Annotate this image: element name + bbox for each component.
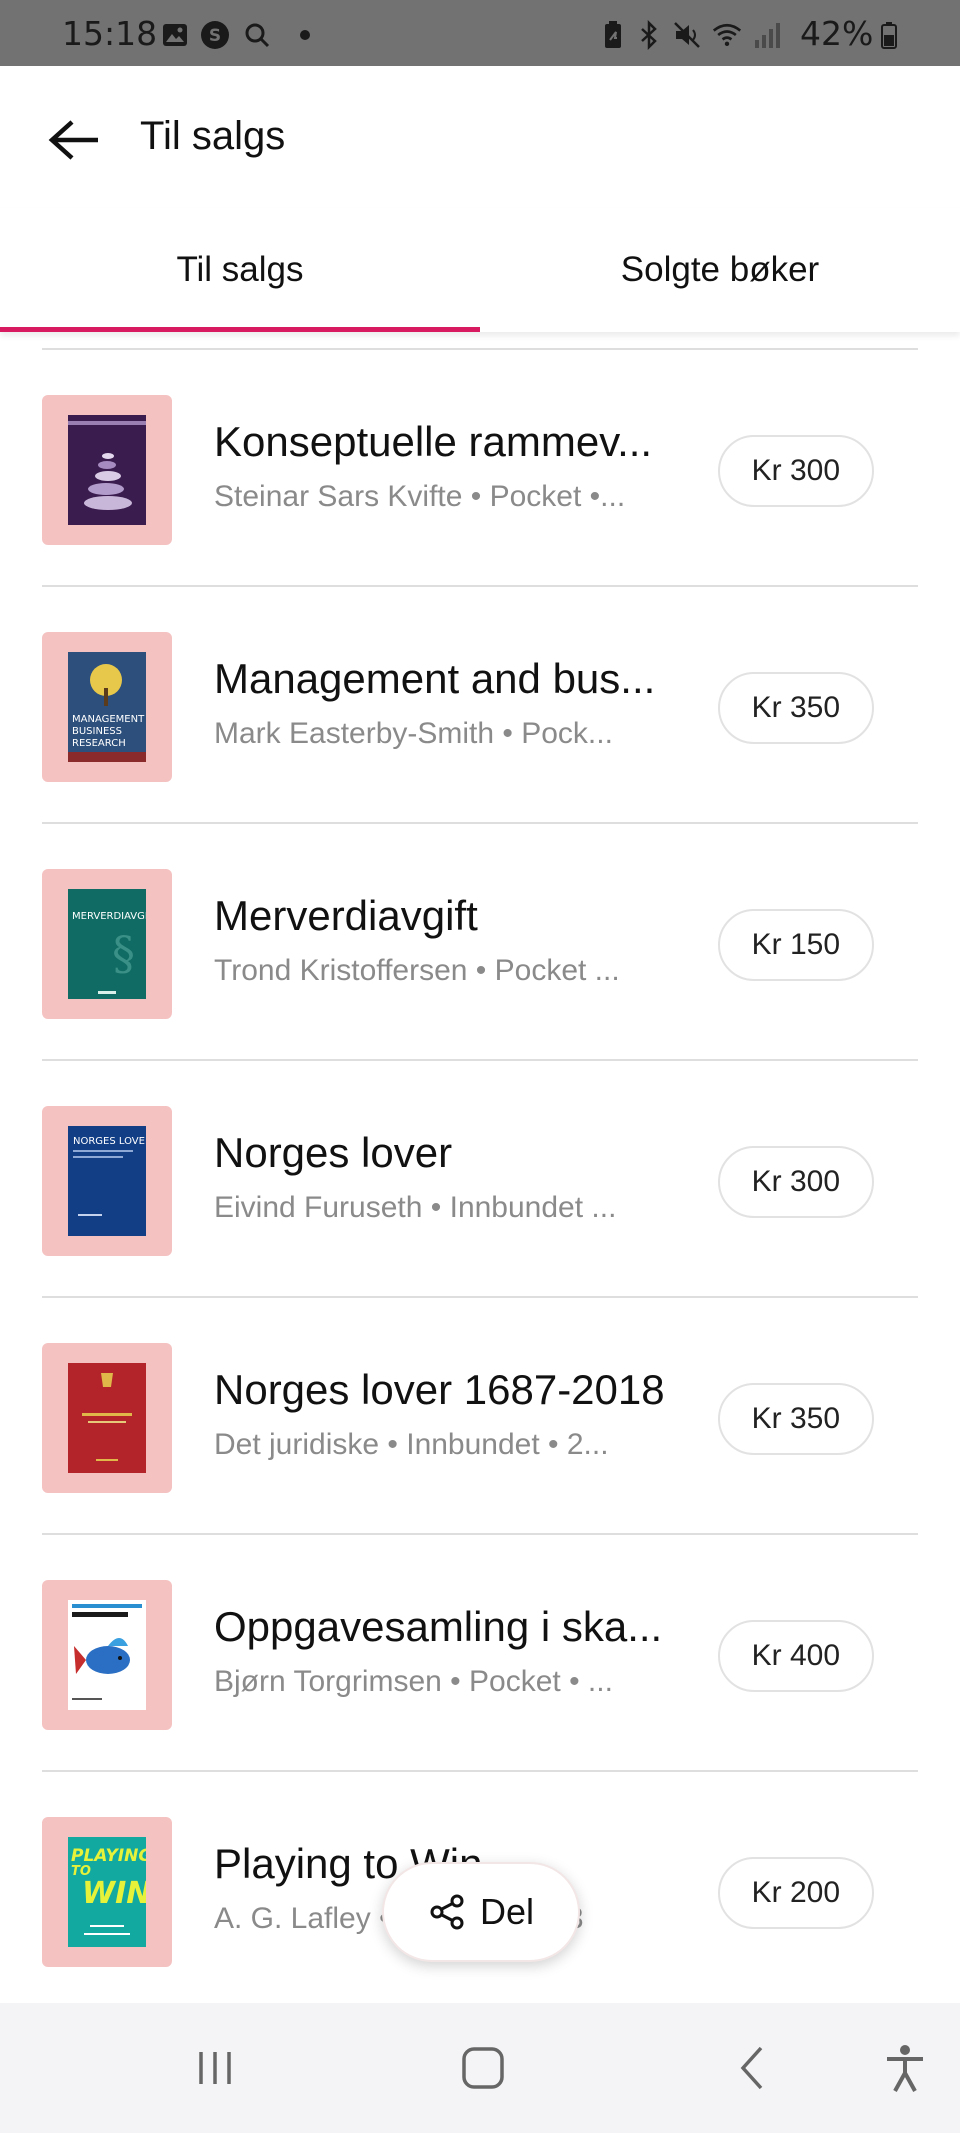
purple-stones-cover	[68, 415, 146, 525]
red-cover	[68, 1363, 146, 1473]
book-row[interactable]: MERVERDIAVGIFT § Merverdiavgift Trond Kri…	[42, 824, 918, 1061]
book-row[interactable]: Norges lover 1687-2018 Det juridiske • I…	[42, 1298, 918, 1535]
s-app-icon: S	[200, 20, 230, 50]
price-button[interactable]: Kr 300	[717, 1146, 874, 1218]
battery-icon	[874, 20, 904, 50]
svg-text:§: §	[112, 926, 135, 980]
book-thumbnail[interactable]: NORGES LOVER	[42, 1106, 172, 1256]
dot-icon	[290, 20, 320, 50]
book-row[interactable]: Konseptuelle rammev... Steinar Sars Kvif…	[42, 350, 918, 587]
navy-cover: NORGES LOVER	[68, 1126, 146, 1236]
back-button[interactable]	[44, 110, 104, 170]
blue-tree-cover: MANAGEMENT BUSINESS RESEARCH	[68, 652, 146, 762]
svg-text:NORGES LOVER: NORGES LOVER	[73, 1136, 146, 1147]
page-title: Til salgs	[140, 114, 286, 158]
search-icon	[242, 20, 272, 50]
arrow-left-icon	[48, 120, 98, 160]
book-meta: Bjørn Torgrimsen • Pocket • ...	[214, 1665, 613, 1698]
svg-text:MANAGEMENT: MANAGEMENT	[72, 714, 145, 725]
book-row[interactable]: Oppgavesamling i ska... Bjørn Torgrimsen…	[42, 1535, 918, 1772]
tab-til-salgs[interactable]: Til salgs	[0, 208, 480, 332]
book-row[interactable]: MANAGEMENT BUSINESS RESEARCH Management an…	[42, 587, 918, 824]
price-button[interactable]: Kr 300	[717, 435, 874, 507]
svg-text:WIN: WIN	[82, 1876, 146, 1911]
book-meta: Mark Easterby-Smith • Pock...	[214, 717, 613, 750]
tab-bar: Til salgs Solgte bøker	[0, 208, 960, 332]
book-thumbnail[interactable]: MERVERDIAVGIFT §	[42, 869, 172, 1019]
status-bar: 15:18 S 42%	[0, 0, 960, 66]
teal-cover: MERVERDIAVGIFT §	[68, 889, 146, 999]
book-title: Norges lover	[214, 1129, 453, 1176]
svg-text:BUSINESS: BUSINESS	[72, 726, 122, 737]
book-thumbnail[interactable]	[42, 1343, 172, 1493]
mute-icon	[672, 20, 702, 50]
recent-apps-icon[interactable]	[180, 2033, 250, 2103]
tab-solgte-boker[interactable]: Solgte bøker	[480, 208, 960, 332]
book-meta: Det juridiske • Innbundet • 2...	[214, 1428, 609, 1461]
share-button[interactable]: Del	[382, 1862, 580, 1962]
price-button[interactable]: Kr 200	[717, 1857, 874, 1929]
signal-icon	[752, 20, 782, 50]
book-thumbnail[interactable]	[42, 1580, 172, 1730]
book-title: Konseptuelle rammev...	[214, 418, 653, 465]
home-icon[interactable]	[448, 2033, 518, 2103]
svg-text:RESEARCH: RESEARCH	[72, 738, 126, 749]
svg-text:MERVERDIAVGIFT: MERVERDIAVGIFT	[72, 911, 146, 922]
battery-saver-icon	[598, 20, 628, 50]
selected-tab-indicator	[0, 327, 480, 332]
bluetooth-icon	[634, 20, 664, 50]
svg-text:S: S	[209, 26, 221, 46]
back-icon[interactable]	[718, 2033, 788, 2103]
price-button[interactable]: Kr 350	[717, 672, 874, 744]
svg-text:PLAYING: PLAYING	[71, 1846, 146, 1866]
book-meta: Steinar Sars Kvifte • Pocket •...	[214, 480, 626, 513]
book-row[interactable]: NORGES LOVER Norges lover Eivind Furuset…	[42, 1061, 918, 1298]
system-nav-bar	[0, 2003, 960, 2133]
app-bar: Til salgs	[0, 66, 960, 208]
book-title: Oppgavesamling i ska...	[214, 1603, 663, 1650]
status-time: 15:18	[62, 14, 158, 53]
share-label: Del	[479, 1891, 535, 1932]
share-icon	[430, 1894, 464, 1930]
price-button[interactable]: Kr 150	[717, 909, 874, 981]
price-button[interactable]: Kr 350	[717, 1383, 874, 1455]
accessibility-icon[interactable]	[870, 2033, 940, 2103]
price-button[interactable]: Kr 400	[717, 1620, 874, 1692]
battery-percent: 42%	[800, 14, 874, 53]
book-thumbnail[interactable]	[42, 395, 172, 545]
playing-to-win-cover: PLAYING TO WIN	[68, 1837, 146, 1947]
book-thumbnail[interactable]: PLAYING TO WIN	[42, 1817, 172, 1967]
fish-cover	[68, 1600, 146, 1710]
wifi-icon	[712, 20, 742, 50]
book-meta: Trond Kristoffersen • Pocket ...	[214, 954, 620, 987]
book-meta: Eivind Furuseth • Innbundet ...	[214, 1191, 617, 1224]
book-title: Norges lover 1687-2018	[214, 1366, 665, 1413]
book-title: Merverdiavgift	[214, 892, 478, 939]
book-thumbnail[interactable]: MANAGEMENT BUSINESS RESEARCH	[42, 632, 172, 782]
book-title: Management and bus...	[214, 655, 656, 702]
image-icon	[160, 20, 190, 50]
